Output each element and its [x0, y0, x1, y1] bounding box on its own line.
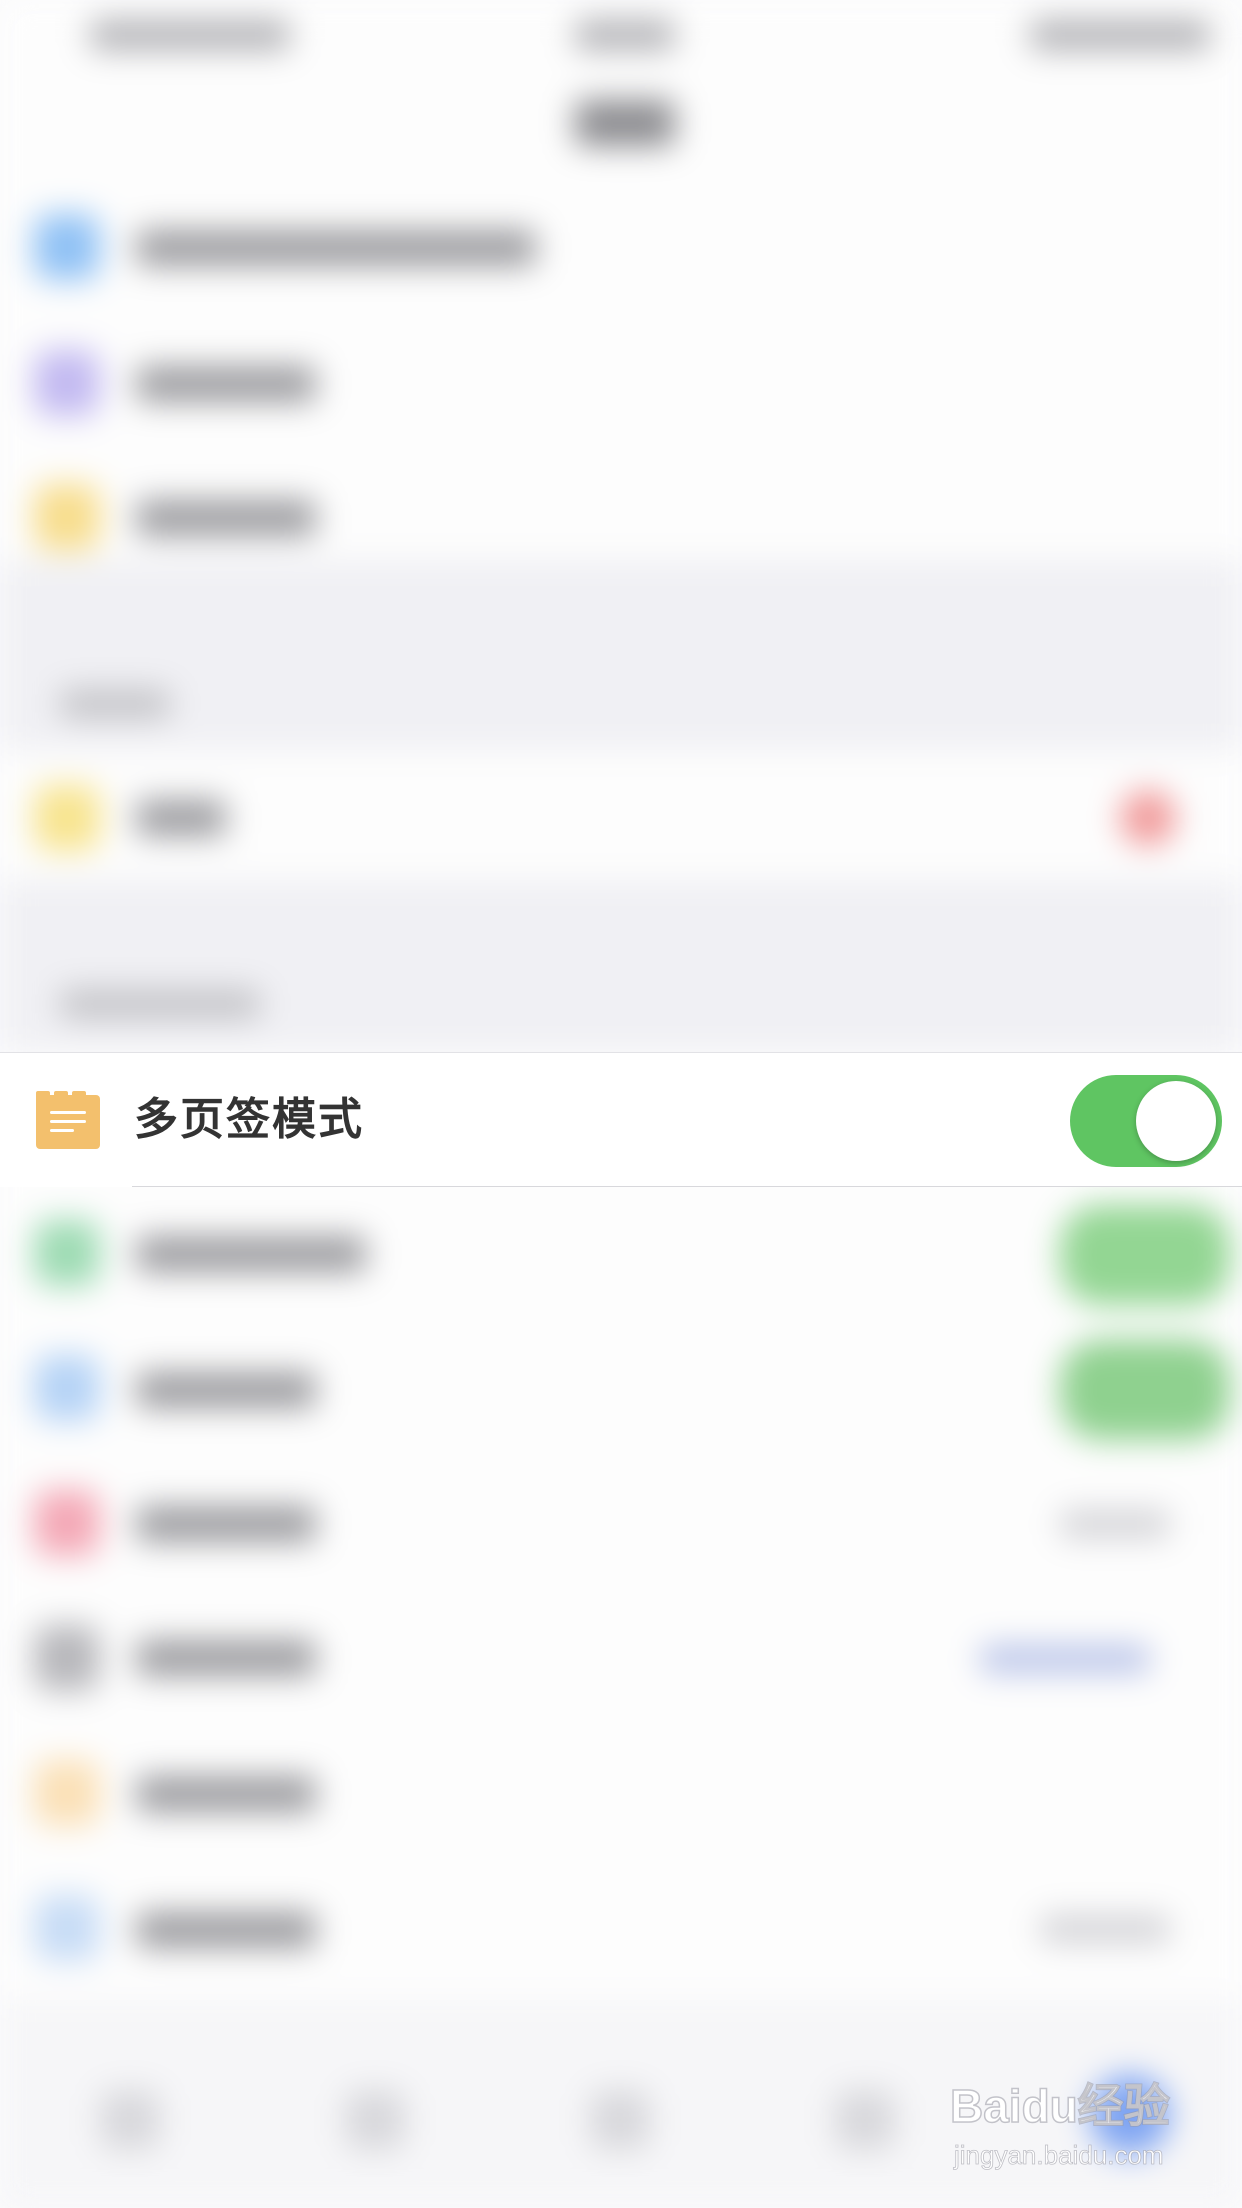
baidu-jingyan-watermark: Baidu经验 jingyan.baidu.com — [949, 2070, 1220, 2190]
watermark-url: jingyan.baidu.com — [954, 2140, 1164, 2171]
setting-label: 多页签模式 — [134, 1094, 364, 1145]
watermark-brand: Baidu经验 — [949, 2079, 1170, 2133]
row-divider — [132, 1186, 1242, 1187]
tabs-folder-icon — [36, 1091, 100, 1149]
toggle-knob — [1136, 1081, 1216, 1161]
settings-screen: 多页签模式 Baidu经验 jingyan.baidu.com — [0, 0, 1242, 2208]
setting-row-multi-tab-mode[interactable]: 多页签模式 — [0, 1052, 1242, 1187]
multi-tab-mode-toggle[interactable] — [1070, 1075, 1222, 1167]
